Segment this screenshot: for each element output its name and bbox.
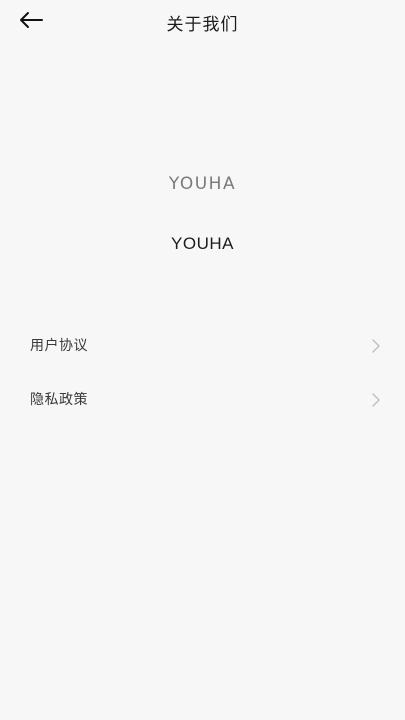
logo-wordmark-text: YOUHA — [168, 174, 237, 194]
user-agreement-label: 用户协议 — [30, 338, 88, 354]
app-logo: YOUHA — [0, 174, 405, 194]
top-bar: 关于我们 — [0, 0, 405, 46]
chevron-right-icon — [371, 338, 381, 353]
about-us-page: 关于我们 YOUHA YOUHA 用户协议 隐私政策 — [0, 0, 405, 720]
privacy-policy-item[interactable]: 隐私政策 — [0, 372, 405, 426]
chevron-right-icon — [371, 392, 381, 407]
user-agreement-item[interactable]: 用户协议 — [0, 318, 405, 372]
page-title: 关于我们 — [166, 15, 239, 35]
about-menu-list: 用户协议 隐私政策 — [0, 318, 405, 426]
app-name: YOUHA — [171, 234, 234, 253]
privacy-policy-label: 隐私政策 — [30, 392, 88, 408]
